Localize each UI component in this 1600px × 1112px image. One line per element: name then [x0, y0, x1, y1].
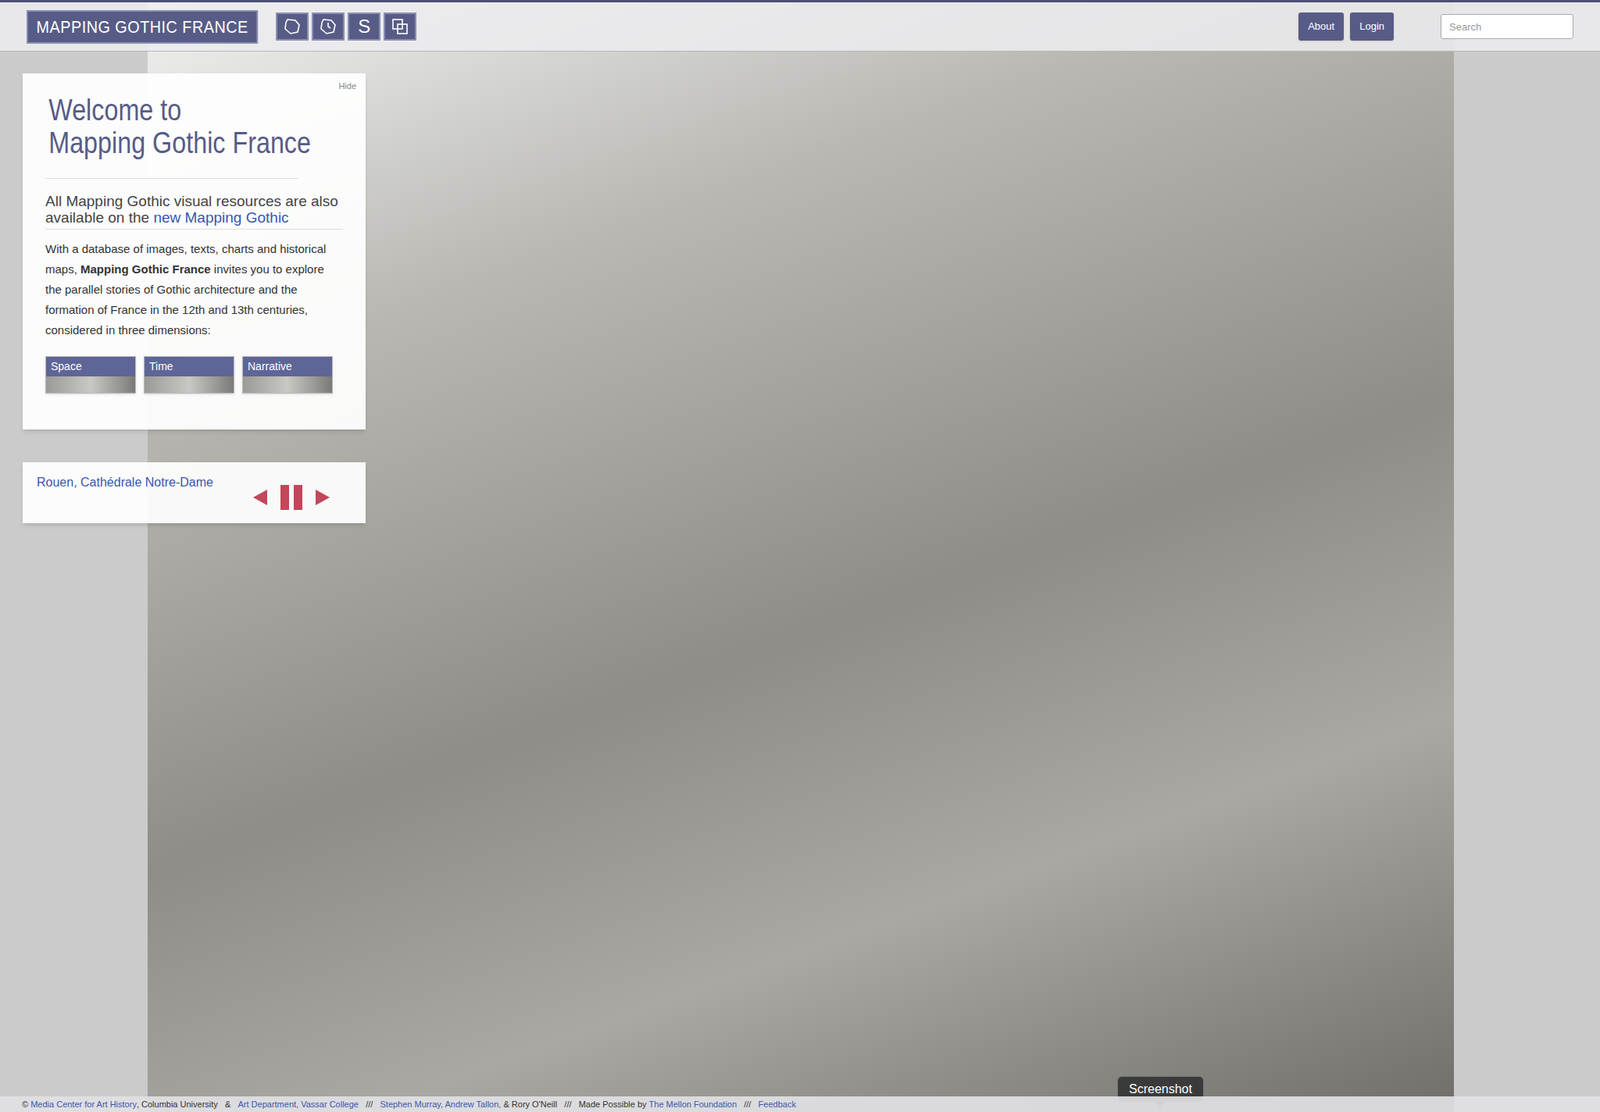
footer-link[interactable]: Feedback: [758, 1098, 797, 1112]
footer-text: ©: [21, 1098, 31, 1112]
nav-button[interactable]: [311, 12, 345, 41]
hide-link[interactable]: Hide: [338, 79, 357, 93]
next-icon[interactable]: [314, 488, 332, 508]
nav-button[interactable]: S: [347, 12, 381, 41]
dimension-button[interactable]: Space: [45, 356, 136, 394]
pause-icon[interactable]: [279, 484, 304, 511]
dimension-button[interactable]: Time: [143, 356, 235, 394]
footer-text: , Columbia University &: [136, 1098, 239, 1112]
nav-button[interactable]: [383, 12, 417, 41]
footer-link[interactable]: The Mellon Foundation: [649, 1098, 738, 1112]
footer: © Media Center for Art History, Columbia…: [0, 1096, 1600, 1112]
new-mapping-gothic-link[interactable]: new Mapping Gothic: [153, 209, 289, 226]
previous-icon[interactable]: [251, 488, 269, 508]
logo[interactable]: MAPPING GOTHIC FRANCE: [26, 10, 258, 44]
footer-link[interactable]: Media Center for Art History: [30, 1098, 137, 1112]
footer-text: & Rory O'Neill /// Made Possible by: [500, 1098, 649, 1112]
nav-buttons: S: [275, 12, 417, 41]
map-icon: [282, 17, 302, 36]
footer-text: ///: [736, 1098, 759, 1112]
welcome-title: Welcome toMapping Gothic France: [45, 93, 299, 179]
notice: All Mapping Gothic visual resources are …: [45, 192, 343, 230]
header-button[interactable]: Login: [1350, 12, 1394, 41]
slideshow-panel: Rouen, Cathédrale Notre-Dame: [22, 462, 366, 524]
top-bar: MAPPING GOTHIC FRANCE S AboutLogin: [0, 0, 1600, 52]
compare-icon: [390, 17, 410, 36]
slideshow-controls: [251, 484, 332, 511]
welcome-panel: Hide Welcome toMapping Gothic France All M…: [22, 73, 366, 430]
footer-text: ///: [358, 1098, 381, 1112]
time-map-icon: [318, 17, 338, 36]
footer-link[interactable]: Stephen Murray, Andrew Tallon,: [379, 1098, 501, 1112]
search-input[interactable]: [1440, 14, 1574, 40]
page: MAPPING GOTHIC FRANCE S AboutLogin Hide Welc…: [0, 0, 1600, 1112]
dimension-buttons: SpaceTimeNarrative: [45, 356, 343, 394]
dimension-button[interactable]: Narrative: [242, 356, 333, 394]
intro-text: With a database of images, texts, charts…: [45, 239, 343, 341]
header-button[interactable]: About: [1298, 12, 1344, 41]
nav-button[interactable]: [275, 12, 309, 41]
slide-caption[interactable]: Rouen, Cathédrale Notre-Dame: [36, 473, 214, 493]
footer-link[interactable]: Art Department, Vassar College: [237, 1098, 358, 1112]
